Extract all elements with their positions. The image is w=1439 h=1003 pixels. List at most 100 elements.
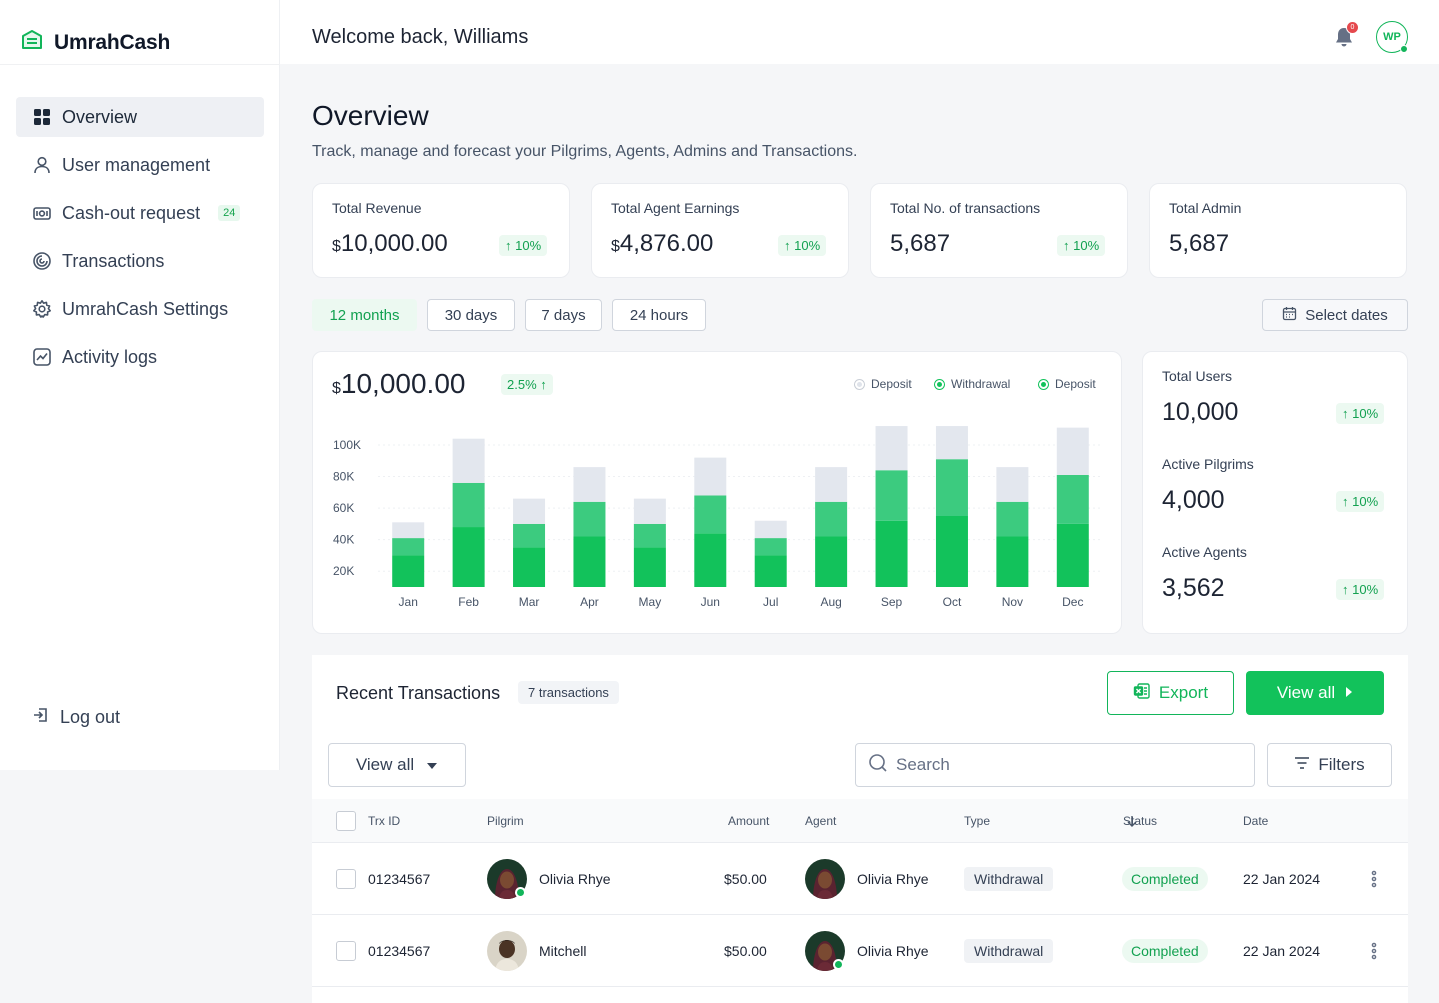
brand[interactable]: UmrahCash [20, 28, 170, 57]
bar-may-series-0[interactable] [633, 547, 666, 587]
stat-value: 5,687 [1169, 230, 1229, 258]
bar-aug-series-1[interactable] [815, 501, 848, 537]
bar-may-series-2[interactable] [633, 498, 666, 524]
column-header-trx-id[interactable]: Trx ID [368, 814, 400, 828]
transactions-count-badge: 7 transactions [518, 681, 619, 704]
sidebar-item-transactions[interactable]: Transactions [16, 241, 264, 281]
bar-sep-series-0[interactable] [875, 520, 908, 587]
logout-button[interactable]: Log out [32, 706, 120, 729]
bar-apr-series-1[interactable] [573, 501, 606, 537]
bar-jun-series-2[interactable] [694, 457, 727, 496]
bar-sep-series-1[interactable] [875, 470, 908, 521]
sidebar-item-label: Cash-out request [62, 202, 201, 223]
bar-nov-series-1[interactable] [996, 501, 1029, 537]
change-value: 10% [794, 238, 821, 253]
bar-sep-series-2[interactable] [875, 426, 908, 471]
pilgrims-value: 4,000 [1162, 486, 1225, 514]
view-all-dropdown[interactable]: View all [328, 743, 466, 787]
bar-feb-series-0[interactable] [452, 527, 485, 587]
stat-value: 5,687 [890, 230, 950, 258]
agent-name: Olivia Rhye [857, 871, 929, 887]
bar-dec-series-0[interactable] [1056, 523, 1089, 587]
column-header-status[interactable]: Status [1123, 814, 1157, 830]
stat-label: Total Agent Earnings [611, 200, 740, 216]
bar-mar-series-1[interactable] [513, 523, 546, 548]
bar-jan-series-0[interactable] [392, 555, 425, 587]
x-tick-label: Apr [580, 595, 599, 609]
bar-jun-series-0[interactable] [694, 533, 727, 587]
select-dates-button[interactable]: Select dates [1262, 299, 1408, 331]
bar-may-series-1[interactable] [633, 523, 666, 548]
sidebar-item-user-management[interactable]: User management [16, 145, 264, 185]
row-checkbox[interactable] [336, 941, 356, 961]
more-vertical-icon[interactable] [1364, 869, 1384, 889]
bar-jan-series-1[interactable] [392, 538, 425, 556]
bar-jan-series-2[interactable] [392, 522, 425, 539]
search-input[interactable] [896, 755, 1226, 775]
bar-aug-series-0[interactable] [815, 536, 848, 587]
export-button[interactable]: Export [1107, 671, 1234, 715]
caret-right-icon [1345, 683, 1353, 703]
bar-feb-series-1[interactable] [452, 482, 485, 528]
filters-button[interactable]: Filters [1267, 743, 1392, 787]
bar-nov-series-0[interactable] [996, 536, 1029, 587]
spiral-icon [32, 251, 52, 271]
bar-oct-series-1[interactable] [935, 459, 968, 516]
x-tick-label: Mar [519, 595, 540, 609]
search-icon [868, 753, 888, 778]
page-title: Overview [312, 100, 429, 131]
avatar[interactable]: WP [1376, 21, 1408, 53]
change-badge: ↑ 10% [1057, 235, 1106, 256]
x-tick-label: Jul [763, 595, 778, 609]
bar-jun-series-1[interactable] [694, 495, 727, 534]
select-dates-label: Select dates [1305, 306, 1388, 324]
bar-nov-series-2[interactable] [996, 467, 1029, 502]
view-all-button[interactable]: View all [1246, 671, 1384, 715]
view-all-label: View all [1276, 683, 1336, 702]
table-row[interactable]: 01234567 Olivia Rhye $50.00 Olivia Rhye … [312, 843, 1408, 915]
arrow-down-icon [1126, 816, 1138, 830]
bar-apr-series-0[interactable] [573, 536, 606, 587]
x-tick-label: Jun [701, 595, 720, 609]
bar-mar-series-2[interactable] [513, 498, 546, 524]
table-row[interactable]: 01234567 Mitchell $50.00 Olivia Rhye Wit… [312, 915, 1408, 987]
x-tick-label: Aug [820, 595, 841, 609]
row-checkbox[interactable] [336, 869, 356, 889]
table-header: Trx ID Pilgrim Amount Agent Type Status … [312, 799, 1408, 843]
sidebar-item-overview[interactable]: Overview [16, 97, 264, 137]
sidebar-item-cash-out-request[interactable]: Cash-out request 24 [16, 193, 264, 233]
stat-number: 5,687 [1169, 230, 1230, 257]
stat-card-total-revenue: Total Revenue $10,000.00 ↑ 10% [312, 183, 570, 278]
column-header-pilgrim[interactable]: Pilgrim [487, 814, 524, 828]
bar-jul-series-2[interactable] [754, 520, 787, 539]
bar-jul-series-0[interactable] [754, 555, 787, 587]
bar-apr-series-2[interactable] [573, 467, 606, 502]
bar-mar-series-0[interactable] [513, 547, 546, 587]
range-24-hours[interactable]: 24 hours [612, 299, 706, 331]
sidebar-item-settings[interactable]: UmrahCash Settings [16, 289, 264, 329]
user-icon [32, 155, 52, 175]
dropdown-value: View all [355, 755, 415, 774]
bar-jul-series-1[interactable] [754, 538, 787, 556]
trx-id: 01234567 [368, 871, 431, 887]
column-header-date[interactable]: Date [1243, 814, 1268, 828]
column-header-type[interactable]: Type [964, 814, 990, 828]
pilgrim-name: Olivia Rhye [539, 871, 611, 887]
select-all-checkbox[interactable] [336, 811, 356, 831]
bar-dec-series-1[interactable] [1056, 474, 1089, 524]
arrow-up-icon: ↑ [1342, 406, 1349, 421]
bar-dec-series-2[interactable] [1056, 427, 1089, 475]
bar-feb-series-2[interactable] [452, 438, 485, 483]
range-12-months[interactable]: 12 months [312, 299, 417, 331]
change-badge: ↑ 10% [778, 235, 827, 256]
range-7-days[interactable]: 7 days [525, 299, 602, 331]
sidebar-item-activity-logs[interactable]: Activity logs [16, 337, 264, 377]
bar-aug-series-2[interactable] [815, 467, 848, 502]
bar-oct-series-0[interactable] [935, 516, 968, 587]
more-vertical-icon[interactable] [1364, 941, 1384, 961]
calendar-icon [1282, 306, 1297, 325]
column-header-agent[interactable]: Agent [805, 814, 836, 828]
column-header-amount[interactable]: Amount [728, 814, 769, 828]
range-30-days[interactable]: 30 days [427, 299, 515, 331]
bar-oct-series-2[interactable] [935, 426, 968, 460]
